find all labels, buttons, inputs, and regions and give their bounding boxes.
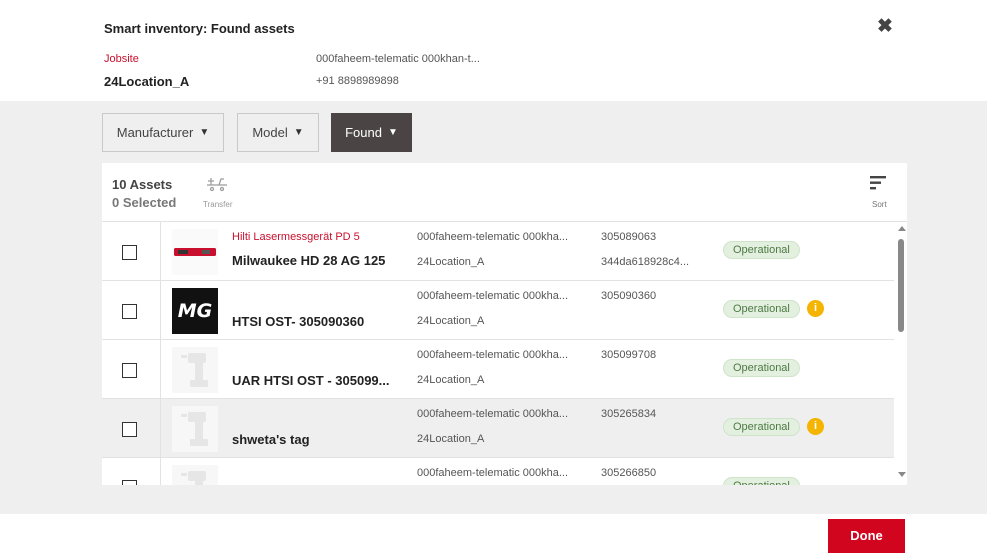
mg-logo: MG bbox=[172, 288, 218, 334]
asset-serial-secondary: 344da618928c4... bbox=[601, 256, 690, 268]
row-checkbox[interactable] bbox=[122, 363, 137, 378]
asset-subtitle: Hilti Lasermessgerät PD 5 bbox=[232, 231, 360, 243]
asset-list-panel: 10 Assets 0 Selected Transfer Sort Hilti… bbox=[102, 163, 907, 485]
dialog-header: Smart inventory: Found assets ✖ Jobsite … bbox=[0, 0, 987, 101]
filter-model-label: Model bbox=[252, 125, 288, 140]
phone-line: +91 8898989898 bbox=[316, 75, 399, 87]
mg-logo-text: MG bbox=[177, 300, 213, 322]
scroll-up-icon[interactable] bbox=[898, 226, 906, 231]
asset-name: Milwaukee HD 28 AG 125 bbox=[232, 253, 386, 268]
table-row[interactable]: UAR HTSI OST - 305099... 000faheem-telem… bbox=[102, 340, 894, 399]
scrollbar-thumb[interactable] bbox=[898, 239, 904, 332]
asset-serial: 305266850 bbox=[601, 467, 657, 479]
filter-manufacturer[interactable]: Manufacturer ▼ bbox=[102, 113, 224, 152]
asset-serial: 305089063 bbox=[601, 231, 657, 243]
drill-placeholder-icon bbox=[172, 465, 218, 485]
table-row[interactable]: Hilti Lasermessgerät PD 5 Milwaukee HD 2… bbox=[102, 222, 894, 281]
jobsite-value: 24Location_A bbox=[104, 74, 190, 89]
asset-name: HTSI OST- 305090360 bbox=[232, 314, 365, 329]
close-icon[interactable]: ✖ bbox=[874, 16, 896, 38]
row-checkbox[interactable] bbox=[122, 245, 137, 260]
asset-name: UAR HTSI OST - 305099... bbox=[232, 373, 390, 388]
asset-name: shweta's tag bbox=[232, 432, 310, 447]
info-icon[interactable]: i bbox=[807, 418, 824, 435]
row-checkbox[interactable] bbox=[122, 422, 137, 437]
scrollbar[interactable] bbox=[897, 224, 907, 485]
scroll-down-icon[interactable] bbox=[898, 472, 906, 477]
filter-manufacturer-label: Manufacturer bbox=[116, 125, 194, 140]
selected-count: 0 Selected bbox=[112, 195, 177, 210]
sort-label: Sort bbox=[872, 200, 887, 209]
drill-placeholder-icon bbox=[172, 406, 218, 452]
asset-location: 24Location_A bbox=[417, 433, 485, 445]
drill-placeholder-icon bbox=[172, 347, 218, 393]
asset-serial: 305090360 bbox=[601, 290, 657, 302]
asset-owner: 000faheem-telematic 000kha... bbox=[417, 231, 569, 243]
table-row[interactable]: MG HTSI OST- 305090360 000faheem-telemat… bbox=[102, 281, 894, 340]
filter-found[interactable]: Found ▼ bbox=[331, 113, 412, 152]
done-button[interactable]: Done bbox=[828, 519, 905, 553]
row-checkbox[interactable] bbox=[122, 480, 137, 485]
asset-location: 24Location_A bbox=[417, 374, 485, 386]
table-row[interactable]: 000faheem-telematic 000kha... 305266850 … bbox=[102, 458, 894, 485]
status-badge: Operational bbox=[723, 300, 800, 318]
status-badge: Operational bbox=[723, 359, 800, 377]
row-divider bbox=[160, 281, 161, 339]
asset-owner: 000faheem-telematic 000kha... bbox=[417, 349, 569, 361]
asset-location: 24Location_A bbox=[417, 315, 485, 327]
asset-serial: 305099708 bbox=[601, 349, 657, 361]
dialog-title: Smart inventory: Found assets bbox=[104, 21, 295, 36]
info-icon[interactable]: i bbox=[807, 300, 824, 317]
status-badge: Operational bbox=[723, 418, 800, 436]
laser-image bbox=[172, 229, 218, 275]
asset-location: 24Location_A bbox=[417, 256, 485, 268]
caret-down-icon: ▼ bbox=[387, 127, 398, 138]
caret-down-icon: ▼ bbox=[199, 127, 210, 138]
caret-down-icon: ▼ bbox=[293, 127, 304, 138]
row-divider bbox=[160, 340, 161, 398]
row-divider bbox=[160, 458, 161, 485]
jobsite-label: Jobsite bbox=[104, 53, 139, 65]
asset-owner: 000faheem-telematic 000kha... bbox=[417, 290, 569, 302]
row-divider bbox=[160, 399, 161, 457]
assets-count: 10 Assets bbox=[112, 177, 173, 192]
asset-owner: 000faheem-telematic 000kha... bbox=[417, 467, 569, 479]
status-badge: Operational bbox=[723, 241, 800, 259]
filter-model[interactable]: Model ▼ bbox=[237, 113, 319, 152]
asset-owner: 000faheem-telematic 000kha... bbox=[417, 408, 569, 420]
table-row[interactable]: shweta's tag 000faheem-telematic 000kha.… bbox=[102, 399, 894, 458]
row-divider bbox=[160, 222, 161, 280]
status-badge: Operational bbox=[723, 477, 800, 485]
row-checkbox[interactable] bbox=[122, 304, 137, 319]
transfer-label: Transfer bbox=[203, 200, 233, 209]
transfer-icon[interactable] bbox=[205, 175, 229, 193]
asset-serial: 305265834 bbox=[601, 408, 657, 420]
owner-line: 000faheem-telematic 000khan-t... bbox=[316, 53, 480, 65]
sort-icon[interactable] bbox=[870, 176, 888, 190]
list-header: 10 Assets 0 Selected Transfer Sort bbox=[102, 163, 907, 222]
filter-found-label: Found bbox=[345, 125, 382, 140]
